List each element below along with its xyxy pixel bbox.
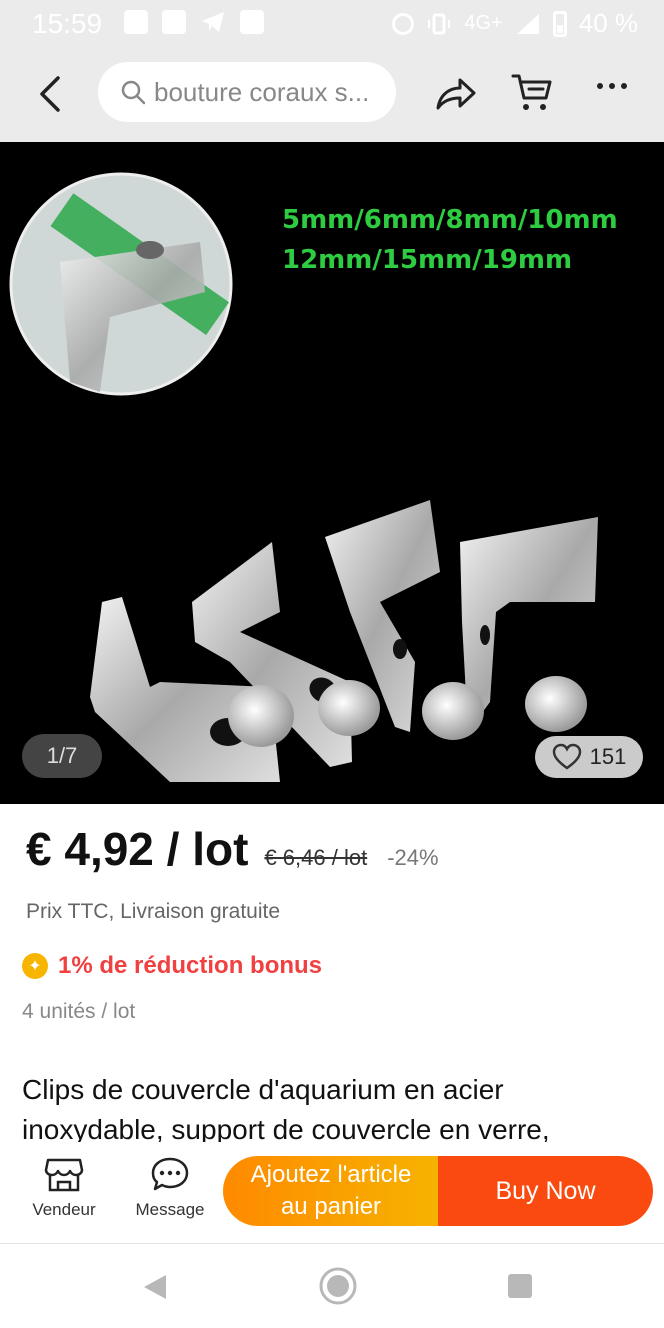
system-nav-bar [0,1244,664,1328]
heart-icon [552,743,581,770]
price-note: Prix TTC, Livraison gratuite [26,900,281,923]
sizes-line-2: 12mm/15mm/19mm [282,245,573,275]
share-icon [436,78,476,110]
message-label: Message [135,1200,205,1219]
back-button[interactable] [30,70,70,118]
search-query: bouture coraux s... [154,76,370,107]
cart-icon [511,74,552,110]
wishlist-count: 151 [589,744,627,769]
image-notification-icon [124,10,148,34]
chat-icon [151,1157,189,1191]
seller-button[interactable]: Vendeur [24,1156,104,1220]
more-button[interactable] [592,76,632,106]
product-gallery[interactable]: 5mm/6mm/8mm/10mm 12mm/15mm/19mm 1/7 151 [0,142,664,804]
coin-icon: ✦ [22,953,48,979]
notification-icons [124,10,264,34]
seller-label: Vendeur [32,1200,96,1219]
units-per-lot: 4 unités / lot [22,1000,136,1023]
current-price: € 4,92 / lot [26,823,249,875]
price-row: € 4,92 / lot € 6,46 / lot -24% [26,822,439,876]
system-icons: 4G+ 40 % [392,8,638,39]
telegram-icon [202,12,224,32]
original-price: € 6,46 / lot [264,845,368,870]
alarm-icon [392,12,415,35]
add-to-cart-button[interactable]: Ajoutez l'article au panier [223,1156,439,1226]
search-icon [121,80,146,105]
nav-back-icon[interactable] [140,1272,170,1302]
status-bar: 15:59 4G+ 40 % [0,0,664,46]
add-to-cart-label-1: Ajoutez l'article [250,1161,412,1188]
share-button[interactable] [434,72,478,116]
vibrate-icon [428,13,451,34]
battery-level: 40 % [578,8,638,38]
bonus-badge[interactable]: ✦ 1% de réduction bonus [22,952,322,980]
bonus-text: 1% de réduction bonus [58,952,323,979]
cart-button[interactable] [510,70,554,114]
nav-recents-icon[interactable] [506,1272,534,1300]
app-notification-icon [240,10,264,34]
product-title[interactable]: Clips de couvercle d'aquarium en acier i… [22,1070,642,1142]
signal-icon [516,13,539,34]
status-time: 15:59 [32,8,103,39]
add-to-cart-label-2: au panier [280,1193,382,1220]
battery-icon [552,10,567,37]
bottom-action-bar: Vendeur Message Ajoutez l'article au pan… [0,1142,664,1244]
discount-percent: -24% [387,845,439,870]
more-icon [597,83,627,89]
wishlist-button[interactable]: 151 [535,736,643,778]
store-icon [44,1158,84,1192]
top-header: bouture coraux s... [0,46,664,142]
nav-home-icon[interactable] [318,1266,358,1306]
app-notification-icon [162,10,186,34]
back-arrow-icon [40,76,60,112]
sizes-line-1: 5mm/6mm/8mm/10mm [282,205,618,235]
message-button[interactable]: Message [130,1156,210,1220]
search-input[interactable]: bouture coraux s... [98,62,396,122]
sizes-overlay: 5mm/6mm/8mm/10mm 12mm/15mm/19mm [282,200,618,280]
network-type: 4G+ [464,12,503,34]
buy-now-button[interactable]: Buy Now [438,1156,653,1226]
image-counter: 1/7 [22,734,102,778]
